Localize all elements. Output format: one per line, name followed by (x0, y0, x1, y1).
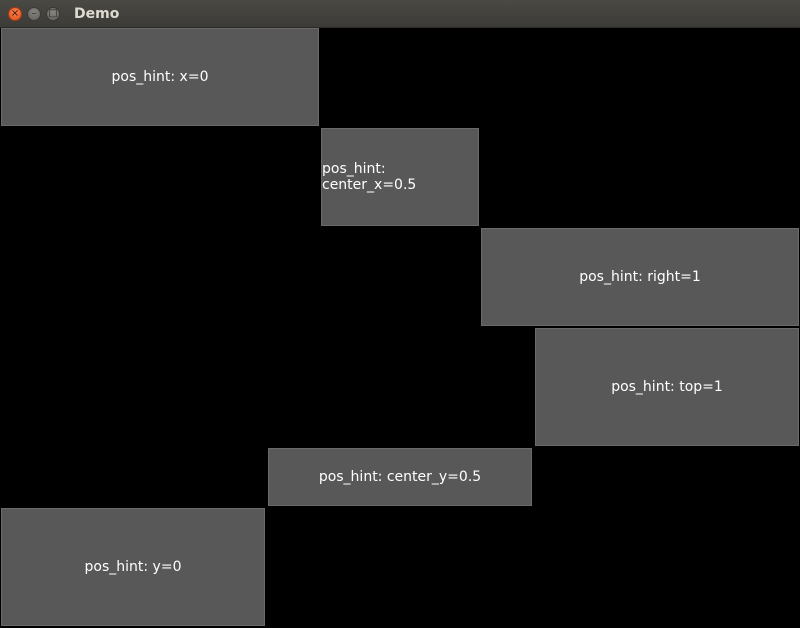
button-label: pos_hint: center_x=0.5 (322, 161, 417, 193)
maximize-button[interactable]: □ (46, 7, 60, 21)
minimize-button[interactable]: – (27, 7, 41, 21)
button-pos-hint-center-x[interactable]: pos_hint: center_x=0.5 (321, 128, 479, 226)
close-button[interactable]: × (8, 7, 22, 21)
maximize-icon: □ (48, 8, 58, 19)
minimize-icon: – (31, 8, 37, 19)
title-bar[interactable]: × – □ Demo (0, 0, 800, 28)
button-label: pos_hint: right=1 (579, 269, 701, 285)
button-pos-hint-top[interactable]: pos_hint: top=1 (535, 328, 799, 446)
button-label: pos_hint: center_y=0.5 (318, 469, 482, 485)
button-label: pos_hint: y=0 (84, 559, 182, 575)
button-pos-hint-x[interactable]: pos_hint: x=0 (1, 28, 319, 126)
button-pos-hint-center-y[interactable]: pos_hint: center_y=0.5 (268, 448, 532, 506)
app-window: × – □ Demo pos_hint: x=0 pos_hint: cente… (0, 0, 800, 628)
button-label: pos_hint: top=1 (611, 379, 723, 395)
close-icon: × (10, 8, 20, 19)
button-pos-hint-y[interactable]: pos_hint: y=0 (1, 508, 265, 626)
button-label: pos_hint: x=0 (111, 69, 209, 85)
window-title: Demo (74, 6, 120, 22)
button-pos-hint-right[interactable]: pos_hint: right=1 (481, 228, 799, 326)
content-area: pos_hint: x=0 pos_hint: center_x=0.5 pos… (0, 28, 800, 628)
